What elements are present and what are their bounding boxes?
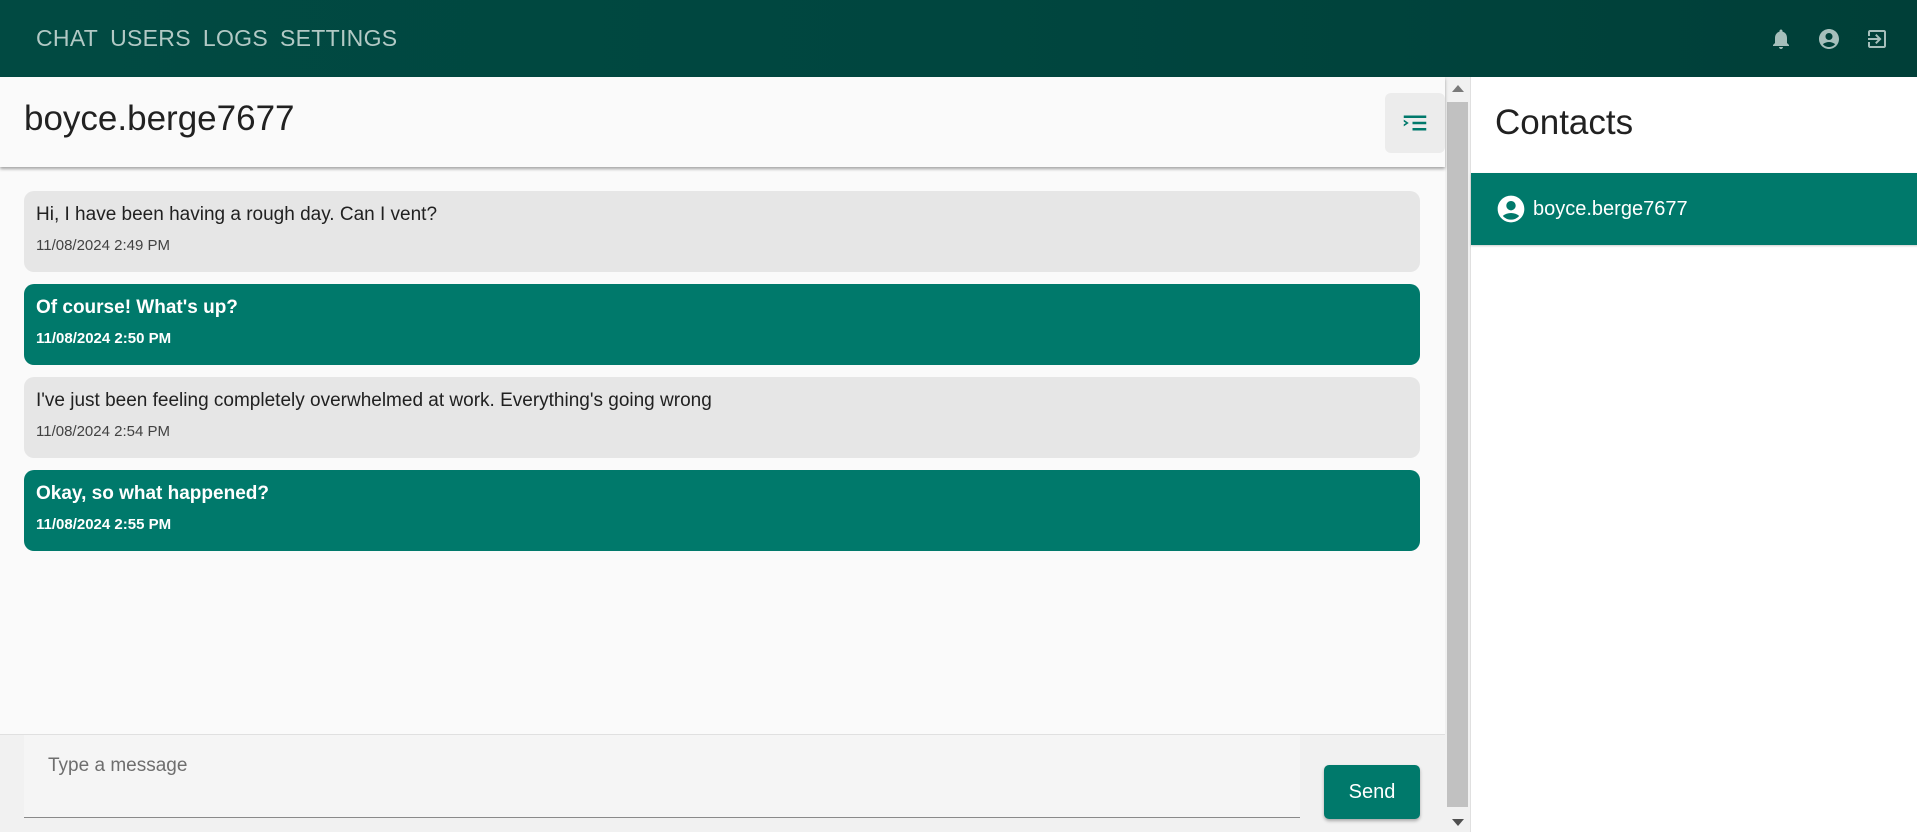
nav-links: CHAT USERS LOGS SETTINGS (36, 25, 397, 52)
message-composer: Send (0, 734, 1445, 832)
message-incoming: I've just been feeling completely overwh… (24, 377, 1420, 458)
message-text: Hi, I have been having a rough day. Can … (36, 204, 438, 225)
chat-pane: boyce.berge7677 Hi, I have been having a… (0, 77, 1445, 832)
message-input[interactable] (24, 735, 1300, 817)
chat-scrollbar[interactable] (1445, 77, 1470, 832)
nav-link-users[interactable]: USERS (110, 25, 191, 52)
message-timestamp: 11/08/2024 2:50 PM (36, 330, 172, 347)
contact-item-selected[interactable]: boyce.berge7677 (1471, 173, 1917, 245)
chat-title: boyce.berge7677 (24, 99, 295, 138)
scrollbar-thumb[interactable] (1447, 102, 1468, 807)
account-circle-icon (1497, 195, 1525, 223)
toggle-contacts-button[interactable] (1385, 93, 1445, 153)
send-button[interactable]: Send (1324, 765, 1420, 819)
message-incoming: Hi, I have been having a rough day. Can … (24, 191, 1420, 272)
nav-icon-group (1769, 0, 1889, 77)
account-circle-icon[interactable] (1817, 27, 1841, 51)
chat-header: boyce.berge7677 (0, 77, 1445, 167)
message-list: Hi, I have been having a rough day. Can … (24, 191, 1420, 563)
scroll-down-arrow-icon[interactable] (1452, 819, 1464, 826)
message-timestamp: 11/08/2024 2:54 PM (36, 423, 170, 440)
message-outgoing: Okay, so what happened? 11/08/2024 2:55 … (24, 470, 1420, 551)
message-input-wrapper (24, 735, 1300, 818)
contact-name: boyce.berge7677 (1533, 197, 1688, 220)
menu-open-icon (1403, 115, 1427, 131)
logout-icon[interactable] (1865, 27, 1889, 51)
contacts-pane: Contacts boyce.berge7677 (1470, 77, 1917, 832)
contacts-title: Contacts (1495, 103, 1634, 142)
nav-link-logs[interactable]: LOGS (203, 25, 268, 52)
message-outgoing: Of course! What's up? 11/08/2024 2:50 PM (24, 284, 1420, 365)
message-timestamp: 11/08/2024 2:49 PM (36, 237, 170, 254)
nav-link-settings[interactable]: SETTINGS (280, 25, 397, 52)
nav-link-chat[interactable]: CHAT (36, 25, 98, 52)
message-text: Okay, so what happened? (36, 483, 269, 504)
message-text: Of course! What's up? (36, 297, 238, 318)
top-nav-bar: CHAT USERS LOGS SETTINGS (0, 0, 1917, 77)
scroll-up-arrow-icon[interactable] (1452, 85, 1464, 92)
bell-icon[interactable] (1769, 27, 1793, 51)
message-text: I've just been feeling completely overwh… (36, 390, 712, 411)
message-timestamp: 11/08/2024 2:55 PM (36, 516, 172, 533)
